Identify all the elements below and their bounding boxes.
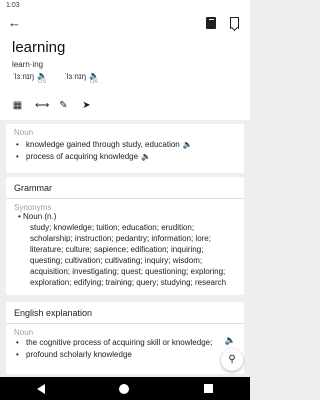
speaker-icon[interactable]: 🔈	[183, 139, 193, 151]
definition-item: • knowledge gained through study, educat…	[16, 139, 193, 151]
nav-recents-button[interactable]	[203, 384, 213, 393]
share-icon[interactable]: ➤	[81, 100, 92, 111]
synonyms-list: study; knowledge; tuition; education; er…	[30, 223, 227, 287]
speaker-icon[interactable]: 🔈	[141, 151, 151, 163]
us-label: US	[37, 79, 47, 85]
speaker-icon[interactable]: 🔈	[225, 335, 236, 346]
definitions-card: Noun • knowledge gained through study, e…	[6, 124, 244, 173]
grammar-title: Grammar	[14, 183, 52, 193]
word-toolbar: ▦ ⟷ ✎ ➤	[12, 100, 92, 111]
status-bar: 1:03	[0, 0, 250, 12]
search-icon: ⚲	[228, 354, 236, 365]
nav-home-button[interactable]	[119, 383, 130, 394]
arrow-left-icon[interactable]: ←	[8, 16, 22, 30]
grammar-card: Grammar Synonyms • Noun (n.) study; know…	[6, 177, 244, 295]
explanation-text: profound scholarly knowledge	[26, 350, 132, 359]
speaker-icon: 🔈	[37, 71, 48, 80]
pron-uk-text: ˈlɜːnɪŋ	[64, 72, 87, 81]
book-icon[interactable]	[206, 17, 216, 29]
status-time: 1:03	[6, 2, 20, 9]
nav-back-button[interactable]	[37, 383, 46, 394]
word-syllables: learn·ing	[12, 60, 44, 69]
explanation-text: the cognitive process of acquiring skill…	[26, 338, 213, 347]
synonyms-pos: • Noun (n.)	[18, 212, 57, 221]
note-icon[interactable]: ✎	[58, 100, 69, 111]
pos-label: Noun	[14, 328, 34, 337]
pronunciation-uk: ˈlɜːnɪŋ 🔈 UK	[64, 72, 99, 86]
definition-item: • process of acquiring knowledge 🔈	[16, 151, 152, 163]
document-icon[interactable]: ▦	[12, 100, 23, 111]
explanation-item: • profound scholarly knowledge	[16, 350, 132, 359]
word-title: learning	[12, 39, 66, 56]
uk-label: UK	[89, 79, 99, 85]
english-explanation-card: English explanation Noun • the cognitive…	[6, 302, 244, 374]
bookmark-icon[interactable]	[230, 17, 239, 29]
pron-us-text: ˈlɜːnɪŋ	[12, 72, 35, 81]
word-header: ← learning learn·ing ˈlɜːnɪŋ 🔈 US ˈlɜːnɪ…	[0, 12, 250, 120]
speaker-us-button[interactable]: 🔈 US	[37, 72, 47, 86]
english-title: English explanation	[14, 308, 93, 318]
speaker-icon: 🔈	[89, 71, 100, 80]
explanation-item: • the cognitive process of acquiring ski…	[16, 338, 213, 347]
definition-text: knowledge gained through study, educatio…	[26, 140, 180, 149]
noun-label: Noun (n.)	[23, 212, 57, 221]
definition-text: process of acquiring knowledge	[26, 152, 139, 161]
speaker-uk-button[interactable]: 🔈 UK	[89, 72, 99, 86]
system-nav-bar	[0, 377, 250, 400]
pronunciation-us: ˈlɜːnɪŋ 🔈 US	[12, 72, 47, 86]
pos-label: Noun	[14, 128, 34, 137]
fullscreen-icon[interactable]: ⟷	[35, 100, 49, 111]
search-button[interactable]: ⚲	[221, 349, 243, 371]
synonyms-label: Synonyms	[14, 203, 52, 212]
